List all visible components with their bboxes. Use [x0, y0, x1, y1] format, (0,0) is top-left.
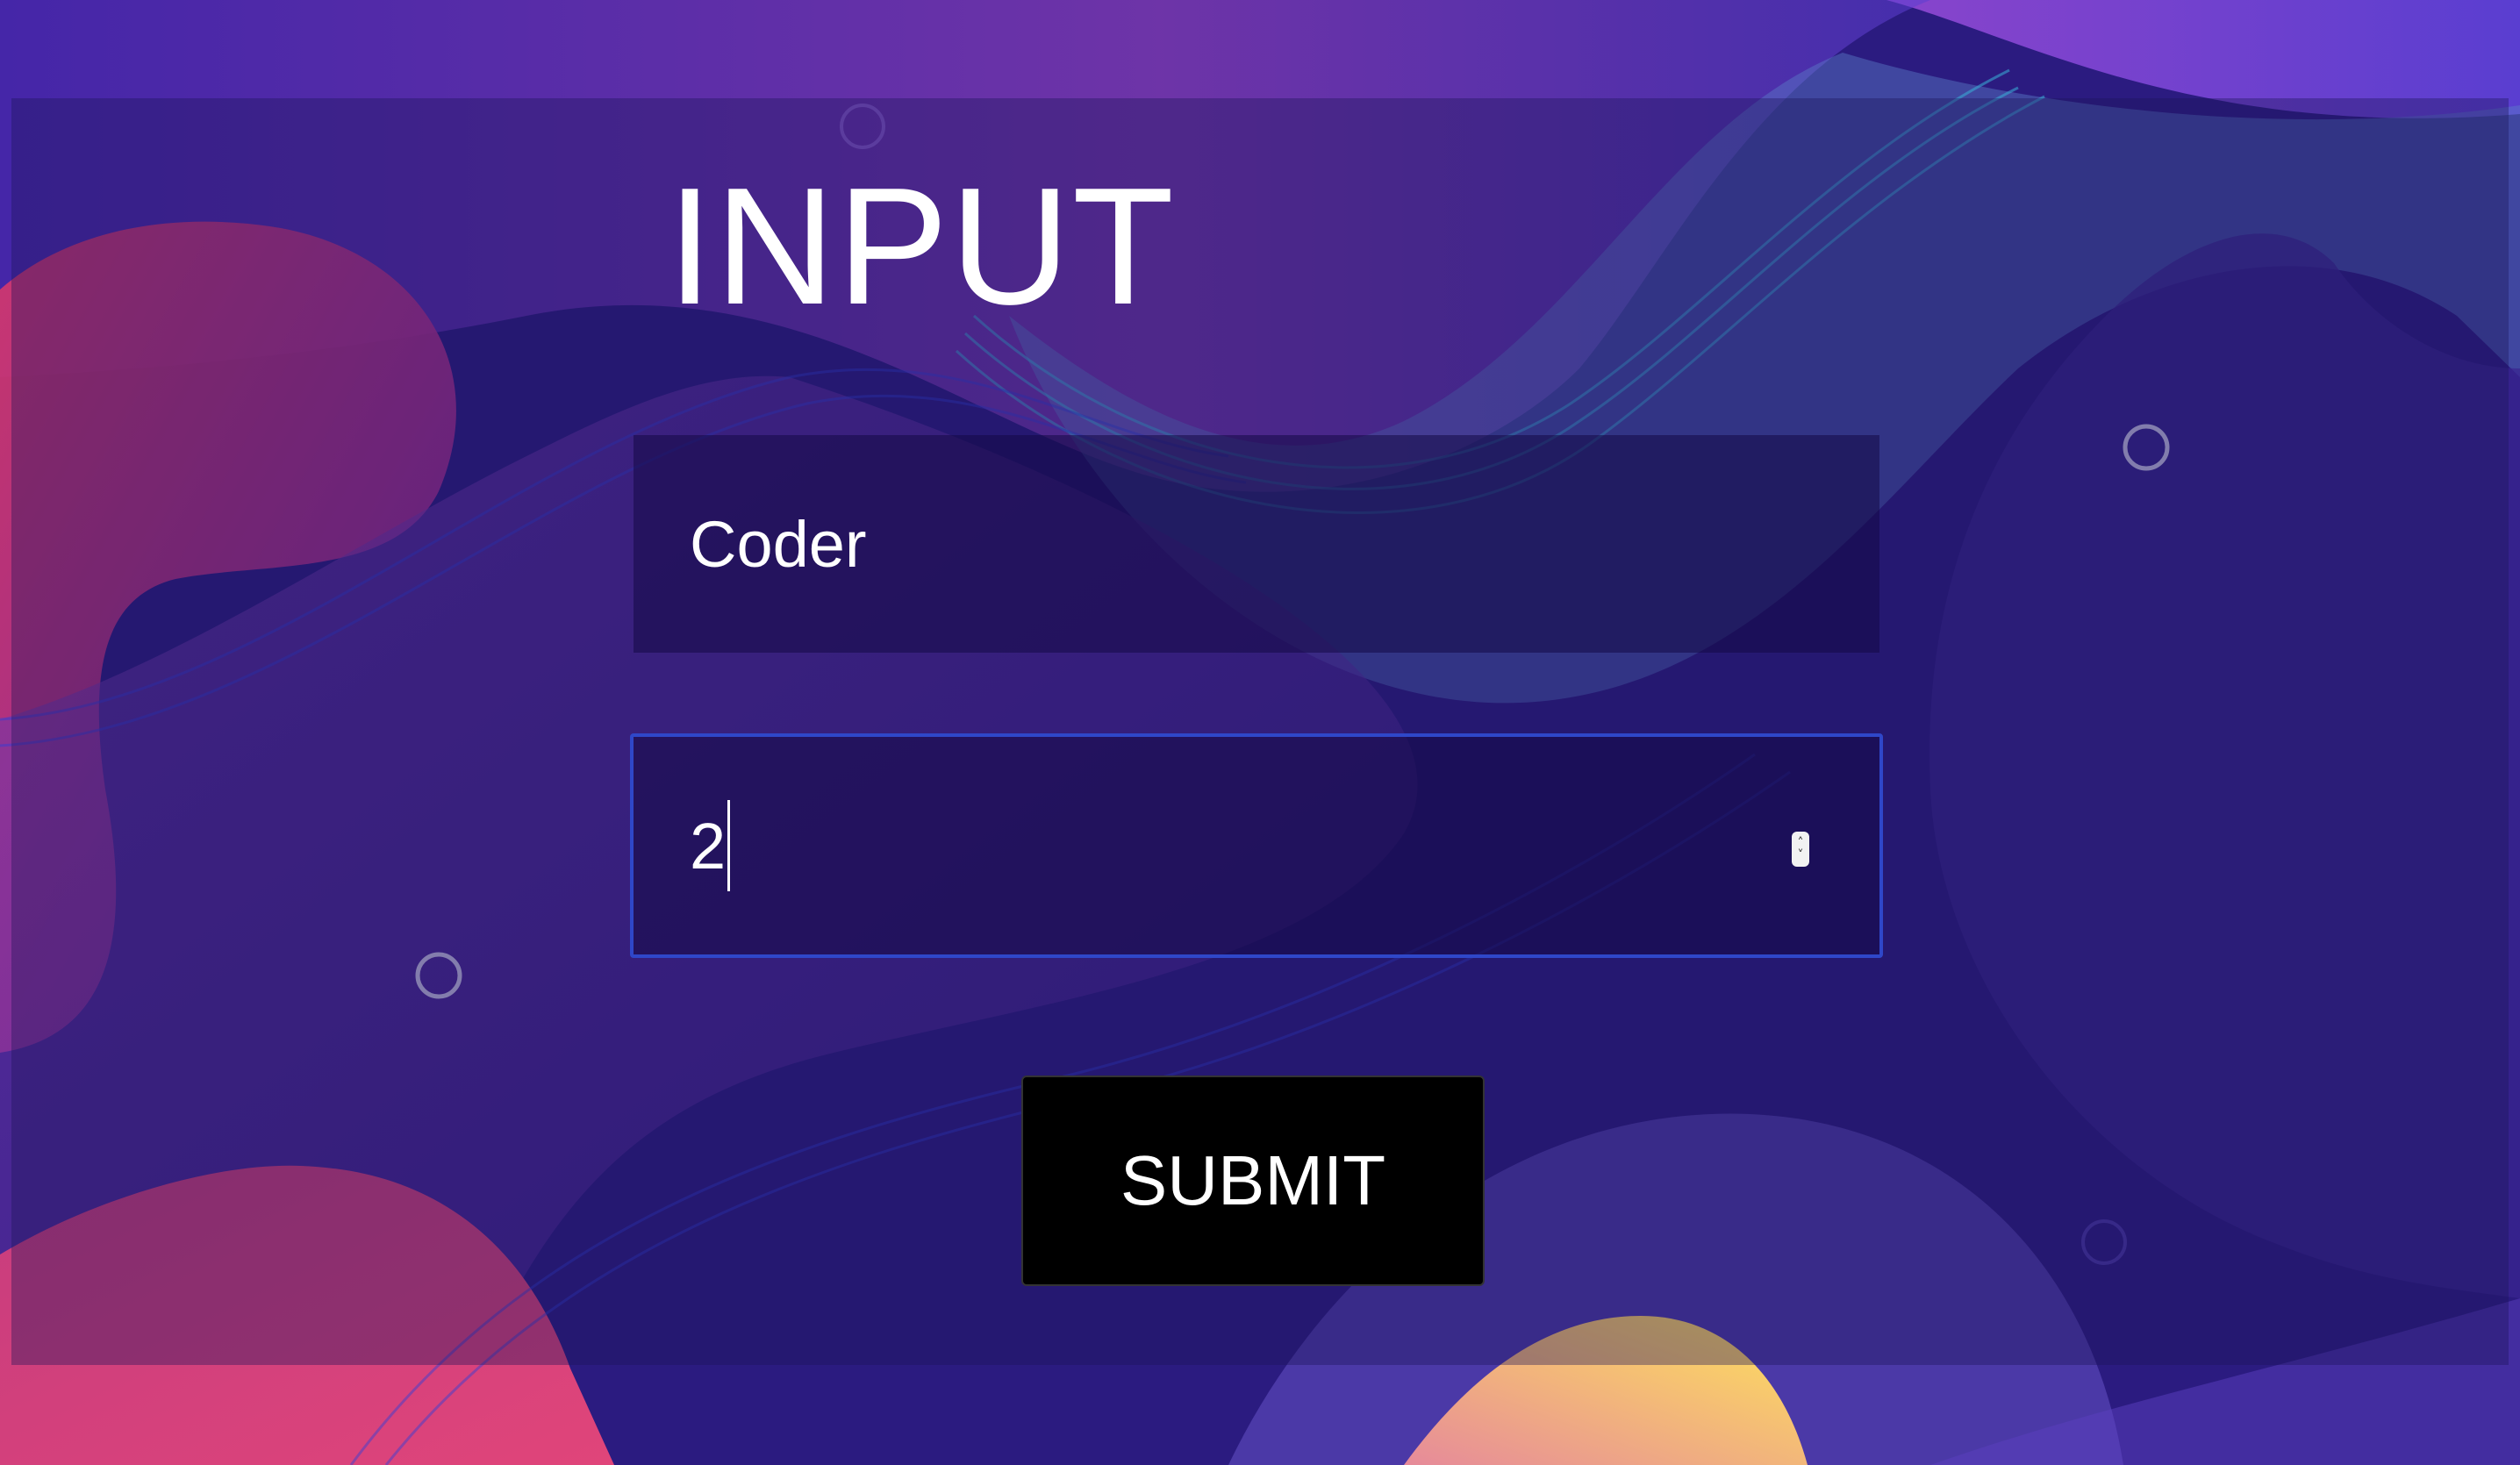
name-input-value: Coder	[690, 507, 867, 581]
text-caret	[727, 800, 731, 891]
page-title: INPUT	[667, 154, 1176, 339]
submit-button[interactable]: SUBMIT	[1021, 1076, 1485, 1286]
page-background: INPUT Coder 2 ˄ ˅ SUBMIT	[0, 0, 2520, 1465]
name-input[interactable]: Coder	[634, 435, 1879, 653]
chevron-up-icon[interactable]: ˄	[1798, 837, 1804, 849]
number-input[interactable]: 2 ˄ ˅	[630, 733, 1883, 958]
chevron-down-icon[interactable]: ˅	[1798, 849, 1804, 861]
spinner-arrows-icon[interactable]: ˄ ˅	[1792, 832, 1809, 867]
number-input-value: 2	[690, 809, 727, 883]
